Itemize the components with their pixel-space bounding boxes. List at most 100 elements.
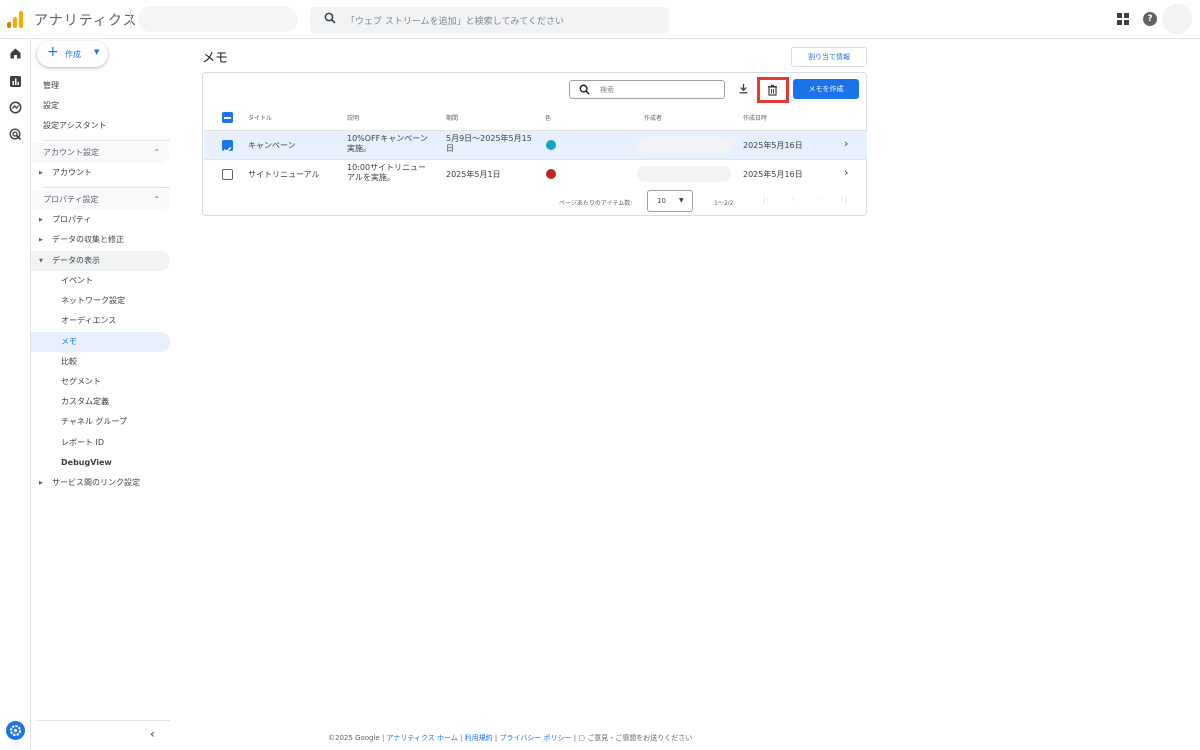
nav-item-segments[interactable]: セグメント (31, 372, 170, 392)
chevron-right-icon[interactable]: › (844, 137, 848, 150)
nav-item-channel-groups[interactable]: チャネル グループ (31, 412, 170, 432)
column-header-period[interactable]: 期間 (446, 113, 458, 122)
select-all-checkbox[interactable] (222, 112, 233, 123)
memo-table-card: 検索 メモを作成 タイトル 説明 期間 色 作成者 作成日時 キャンペーン 10… (202, 72, 867, 216)
search-icon (324, 12, 336, 24)
nav-divider (43, 140, 170, 141)
footer-feedback-link[interactable]: ご意見・ご感想をお送りください (587, 734, 692, 742)
triangle-right-icon: ▶ (39, 217, 43, 223)
memo-description: 10%OFFキャンペーン 実施。 (347, 134, 428, 153)
nav-item-memo[interactable]: メモ (31, 332, 170, 352)
table-search-input[interactable]: 検索 (569, 80, 725, 99)
next-page-icon[interactable]: › (817, 195, 820, 204)
previous-page-icon[interactable]: ‹ (791, 195, 794, 204)
nav-item-settings[interactable]: 設定 (31, 96, 170, 116)
explore-icon[interactable] (9, 101, 22, 114)
pagination-range: 1～2/2 (714, 200, 734, 207)
nav-item-product-links[interactable]: ▶ サービス間のリンク設定 (31, 473, 170, 493)
table-row[interactable]: サイトリニューアル 10:00サイトリニュー アルを実施。 2025年5月1日 2… (204, 159, 867, 188)
items-per-page-label: ページあたりのアイテム数: (559, 200, 633, 207)
memo-author (637, 137, 731, 153)
chevron-up-icon: ⌃ (153, 148, 160, 157)
assignment-info-button[interactable]: 割り当て情報 (791, 47, 867, 67)
memo-period: 2025年5月1日 (446, 170, 501, 179)
feedback-icon: ▢ (578, 734, 585, 742)
left-rail (0, 39, 31, 750)
column-header-title[interactable]: タイトル (248, 113, 272, 122)
advertising-icon[interactable] (9, 128, 22, 141)
footer-link-privacy[interactable]: プライバシー ポリシー (499, 734, 571, 742)
nav-section-account-settings[interactable]: アカウント設定 ⌃ (31, 143, 170, 163)
caret-down-icon: ▼ (94, 48, 100, 56)
create-button[interactable]: + 作成 ▼ (37, 41, 108, 67)
admin-nav: + 作成 ▼ 管理 設定 設定アシスタント アカウント設定 ⌃ ▶ アカウント プロ… (31, 39, 176, 750)
chevron-right-icon[interactable]: › (844, 166, 848, 179)
home-icon[interactable] (9, 47, 22, 60)
nav-item-report-id[interactable]: レポート ID (31, 433, 170, 453)
apps-grid-icon[interactable] (1117, 13, 1129, 25)
reports-icon[interactable] (9, 75, 22, 88)
memo-title: サイトリニューアル (248, 170, 320, 179)
nav-section-property-settings[interactable]: プロパティ設定 ⌃ (31, 190, 170, 210)
column-header-created[interactable]: 作成日時 (743, 113, 767, 122)
nav-item-data-display[interactable]: ▼ データの表示 (31, 251, 170, 271)
column-header-color[interactable]: 色 (545, 113, 551, 122)
nav-item-custom-definitions[interactable]: カスタム定義 (31, 392, 170, 412)
triangle-down-icon: ▼ (39, 258, 43, 264)
avatar[interactable] (1162, 4, 1192, 34)
nav-item-account[interactable]: ▶ アカウント (31, 163, 170, 183)
nav-item-property[interactable]: ▶ プロパティ (31, 210, 170, 230)
nav-item-admin[interactable]: 管理 (31, 76, 170, 96)
nav-divider (43, 187, 170, 188)
footer-link-terms[interactable]: 利用規約 (465, 734, 493, 742)
nav-item-events[interactable]: イベント (31, 271, 170, 291)
search-icon (579, 84, 590, 95)
footer-link-analytics-home[interactable]: アナリティクス ホーム (387, 734, 458, 742)
checkmark-icon (223, 146, 232, 153)
memo-color-dot (546, 169, 556, 179)
memo-color-dot (546, 140, 556, 150)
memo-period: 5月9日～2025年5月15 日 (446, 134, 532, 153)
title-divider (130, 9, 131, 29)
nav-item-audiences[interactable]: オーディエンス (31, 311, 170, 331)
main-content: メモ 割り当て情報 検索 メモを作成 タイトル 説明 期間 色 作成者 作成日時… (176, 39, 1200, 750)
nav-item-setup-assistant[interactable]: 設定アシスタント (31, 116, 170, 136)
nav-item-data-collection[interactable]: ▶ データの収集と修正 (31, 230, 170, 250)
download-icon[interactable] (738, 83, 749, 94)
search-placeholder: 「ウェブ ストリームを追加」と検索してみてください (346, 17, 565, 27)
first-page-icon[interactable]: |‹ (763, 195, 769, 204)
memo-author (637, 166, 731, 182)
column-header-description[interactable]: 説明 (347, 113, 359, 122)
footer: ©2025 Google | アナリティクス ホーム | 利用規約 | プライバ… (328, 734, 693, 742)
memo-description: 10:00サイトリニュー アルを実施。 (347, 163, 427, 182)
nav-item-network-settings[interactable]: ネットワーク設定 (31, 291, 170, 311)
create-memo-button[interactable]: メモを作成 (793, 79, 859, 99)
global-search-input[interactable]: 「ウェブ ストリームを追加」と検索してみてください (310, 7, 669, 33)
page-title: メモ (202, 51, 229, 66)
row-checkbox[interactable] (222, 140, 233, 153)
nav-item-comparisons[interactable]: 比較 (31, 352, 170, 372)
account-selector[interactable] (138, 6, 298, 32)
chevron-up-icon: ⌃ (153, 195, 160, 204)
triangle-right-icon: ▶ (39, 237, 43, 243)
table-row[interactable]: キャンペーン 10%OFFキャンペーン 実施。 5月9日～2025年5月15 日 2… (204, 130, 867, 159)
caret-down-icon: ▼ (679, 197, 684, 204)
items-per-page-select[interactable]: 10 ▼ (647, 190, 693, 212)
triangle-right-icon: ▶ (39, 170, 43, 176)
triangle-right-icon: ▶ (39, 480, 43, 486)
collapse-nav-chevron-icon[interactable]: ‹ (150, 727, 155, 741)
row-checkbox[interactable] (222, 169, 233, 180)
analytics-logo[interactable] (7, 10, 25, 28)
admin-gear-icon[interactable] (6, 721, 25, 740)
nav-item-debugview[interactable]: DebugView (31, 453, 170, 473)
help-icon[interactable]: ? (1143, 12, 1157, 26)
memo-created-date: 2025年5月16日 (743, 141, 803, 150)
app-title: アナリティクス (34, 13, 138, 29)
memo-created-date: 2025年5月16日 (743, 170, 803, 179)
delete-trash-icon[interactable] (767, 84, 778, 96)
plus-icon: + (47, 44, 59, 60)
memo-title: キャンペーン (248, 141, 296, 150)
last-page-icon[interactable]: ›| (841, 195, 847, 204)
column-header-author[interactable]: 作成者 (644, 113, 662, 122)
top-bar: アナリティクス 「ウェブ ストリームを追加」と検索してみてください ? (0, 0, 1200, 39)
